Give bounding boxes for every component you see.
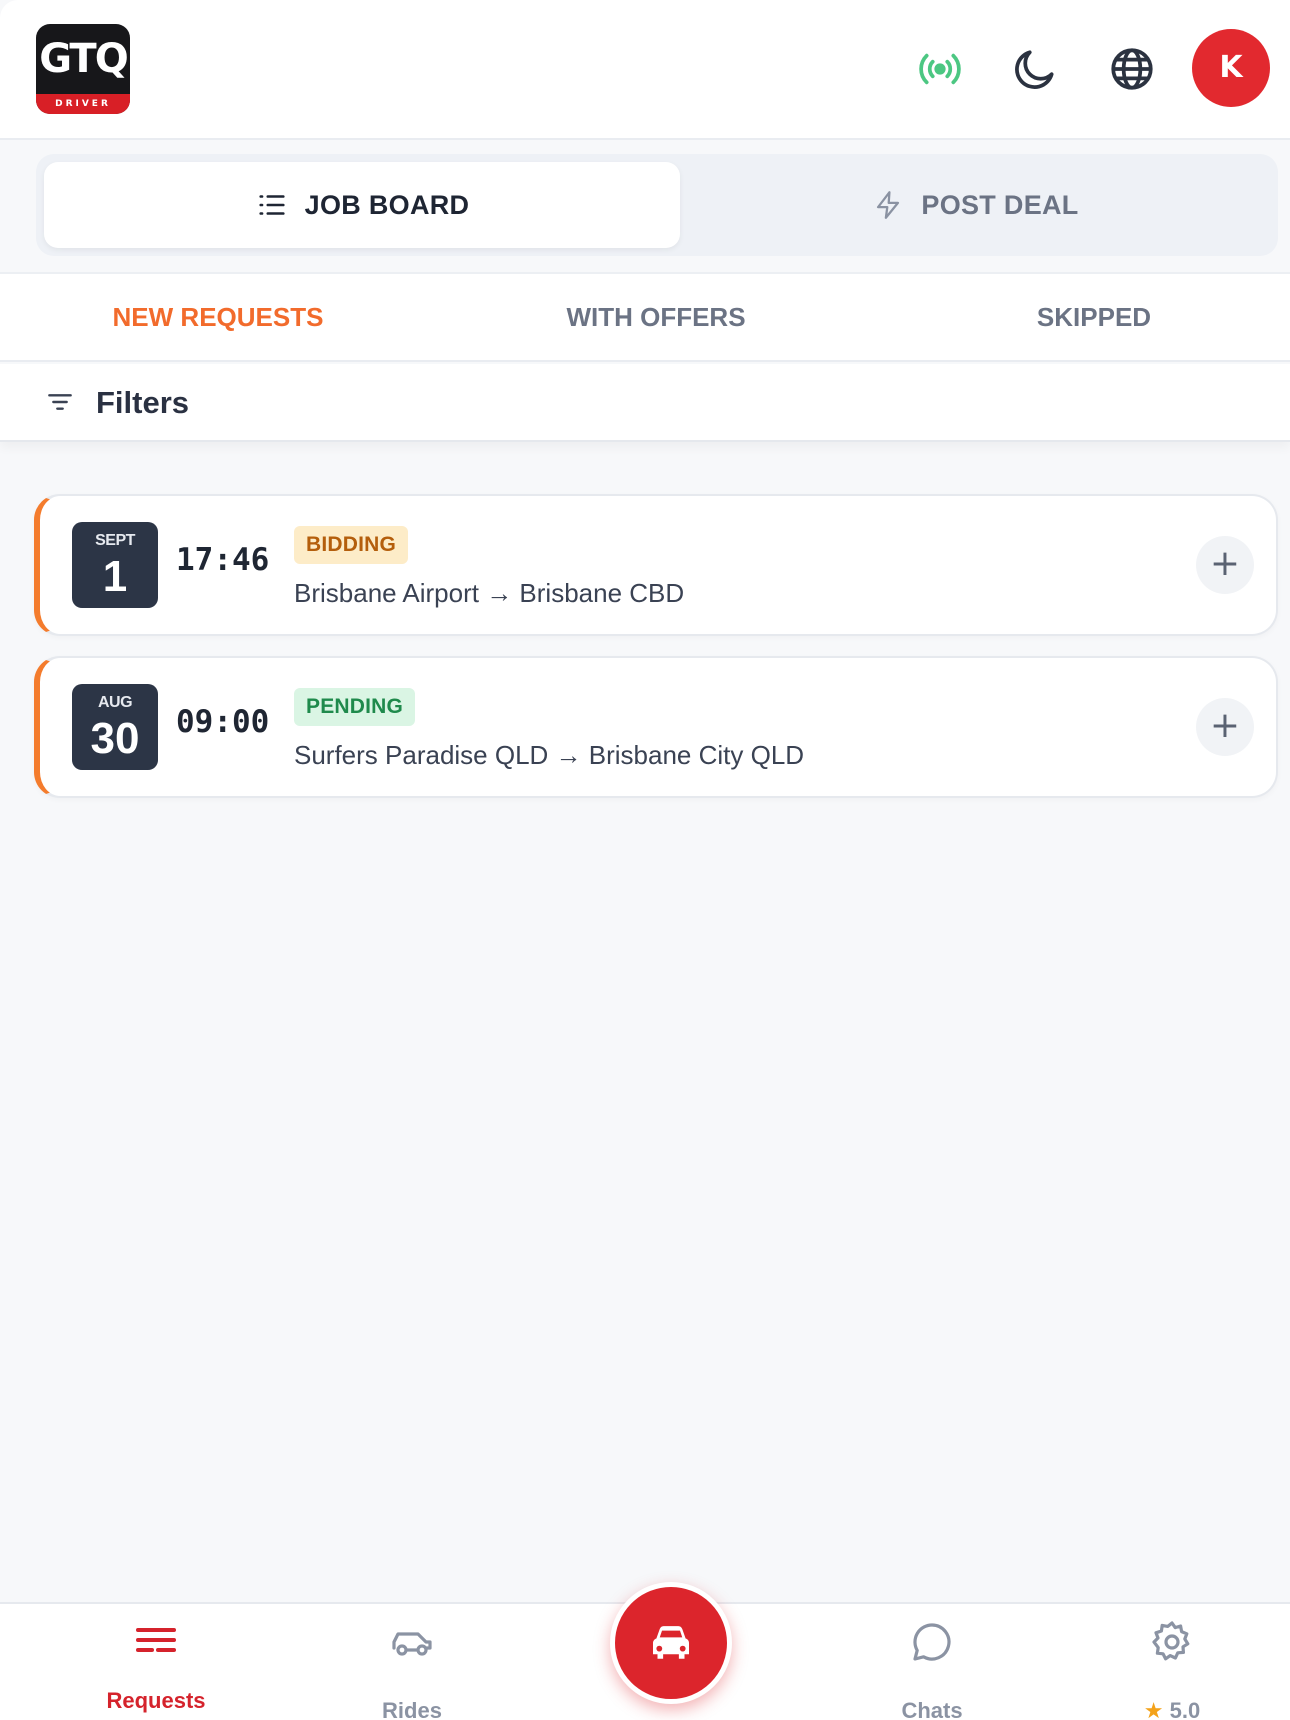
requests-icon	[136, 1628, 176, 1652]
nav-requests-label: Requests	[106, 1688, 206, 1713]
logo-subtext: DRIVER	[36, 94, 130, 114]
plus-icon: +	[1209, 543, 1241, 584]
car-icon	[653, 1626, 689, 1659]
nav-chats[interactable]: Chats	[832, 1604, 1032, 1720]
pickup-time: 17:46	[176, 542, 270, 578]
request-subtabs: NEW REQUESTS WITH OFFERS SKIPPED	[0, 274, 1290, 362]
app-header: GTQ DRIVER K	[0, 0, 1290, 140]
subtab-skipped[interactable]: SKIPPED	[944, 274, 1244, 360]
logo-text: GTQ	[39, 36, 128, 82]
request-card[interactable]: AUG 30 09:00 PENDING Surfers Paradise QL…	[34, 656, 1278, 798]
filter-icon	[48, 394, 72, 410]
date-month: SEPT	[95, 532, 135, 549]
date-month: AUG	[97, 694, 133, 711]
nav-settings[interactable]: ★ 5.0	[1072, 1604, 1272, 1720]
gear-icon	[1152, 1621, 1190, 1661]
rating-display: ★ 5.0	[1072, 1698, 1272, 1720]
broadcast-icon[interactable]	[915, 44, 965, 94]
tab-job-board[interactable]: JOB BOARD	[44, 162, 680, 248]
nav-chats-label: Chats	[901, 1698, 963, 1720]
subtab-with-offers[interactable]: WITH OFFERS	[506, 274, 806, 360]
list-icon	[259, 195, 285, 215]
request-card[interactable]: SEPT 1 17:46 BIDDING Brisbane Airport → …	[34, 494, 1278, 636]
moon-icon[interactable]	[1010, 44, 1060, 94]
nav-requests[interactable]: Requests	[56, 1604, 256, 1720]
tab-post-deal-label: POST DEAL	[921, 189, 1079, 220]
filters-bar[interactable]: Filters	[0, 364, 1290, 442]
date-badge: AUG 30	[72, 684, 158, 770]
rating-value: 5.0	[1169, 1698, 1201, 1720]
tab-post-deal[interactable]: POST DEAL	[680, 162, 1270, 248]
subtab-new-requests[interactable]: NEW REQUESTS	[68, 274, 368, 360]
nav-rides-label: Rides	[382, 1698, 442, 1720]
date-badge: SEPT 1	[72, 522, 158, 608]
app-logo: GTQ DRIVER	[36, 24, 130, 114]
date-day: 30	[90, 714, 140, 763]
nav-rides[interactable]: Rides	[312, 1604, 512, 1720]
chat-icon	[913, 1623, 951, 1661]
add-offer-button[interactable]: +	[1196, 698, 1254, 756]
add-offer-button[interactable]: +	[1196, 536, 1254, 594]
go-online-button[interactable]	[610, 1582, 732, 1704]
pickup-time: 09:00	[176, 704, 270, 740]
route-text: Surfers Paradise QLD → Brisbane City QLD	[294, 740, 805, 770]
bolt-icon	[877, 191, 900, 219]
mode-segmented-control: JOB BOARD POST DEAL	[36, 154, 1278, 256]
globe-icon[interactable]	[1107, 44, 1157, 94]
star-icon: ★	[1143, 1698, 1164, 1720]
car-outline-icon	[392, 1632, 432, 1656]
route-text: Brisbane Airport → Brisbane CBD	[294, 578, 685, 608]
filters-label: Filters	[96, 385, 190, 420]
status-badge: BIDDING	[294, 526, 409, 564]
date-day: 1	[102, 552, 128, 601]
user-avatar[interactable]: K	[1192, 29, 1270, 107]
plus-icon: +	[1209, 705, 1241, 746]
status-badge: PENDING	[294, 688, 416, 726]
tab-job-board-label: JOB BOARD	[304, 189, 470, 220]
